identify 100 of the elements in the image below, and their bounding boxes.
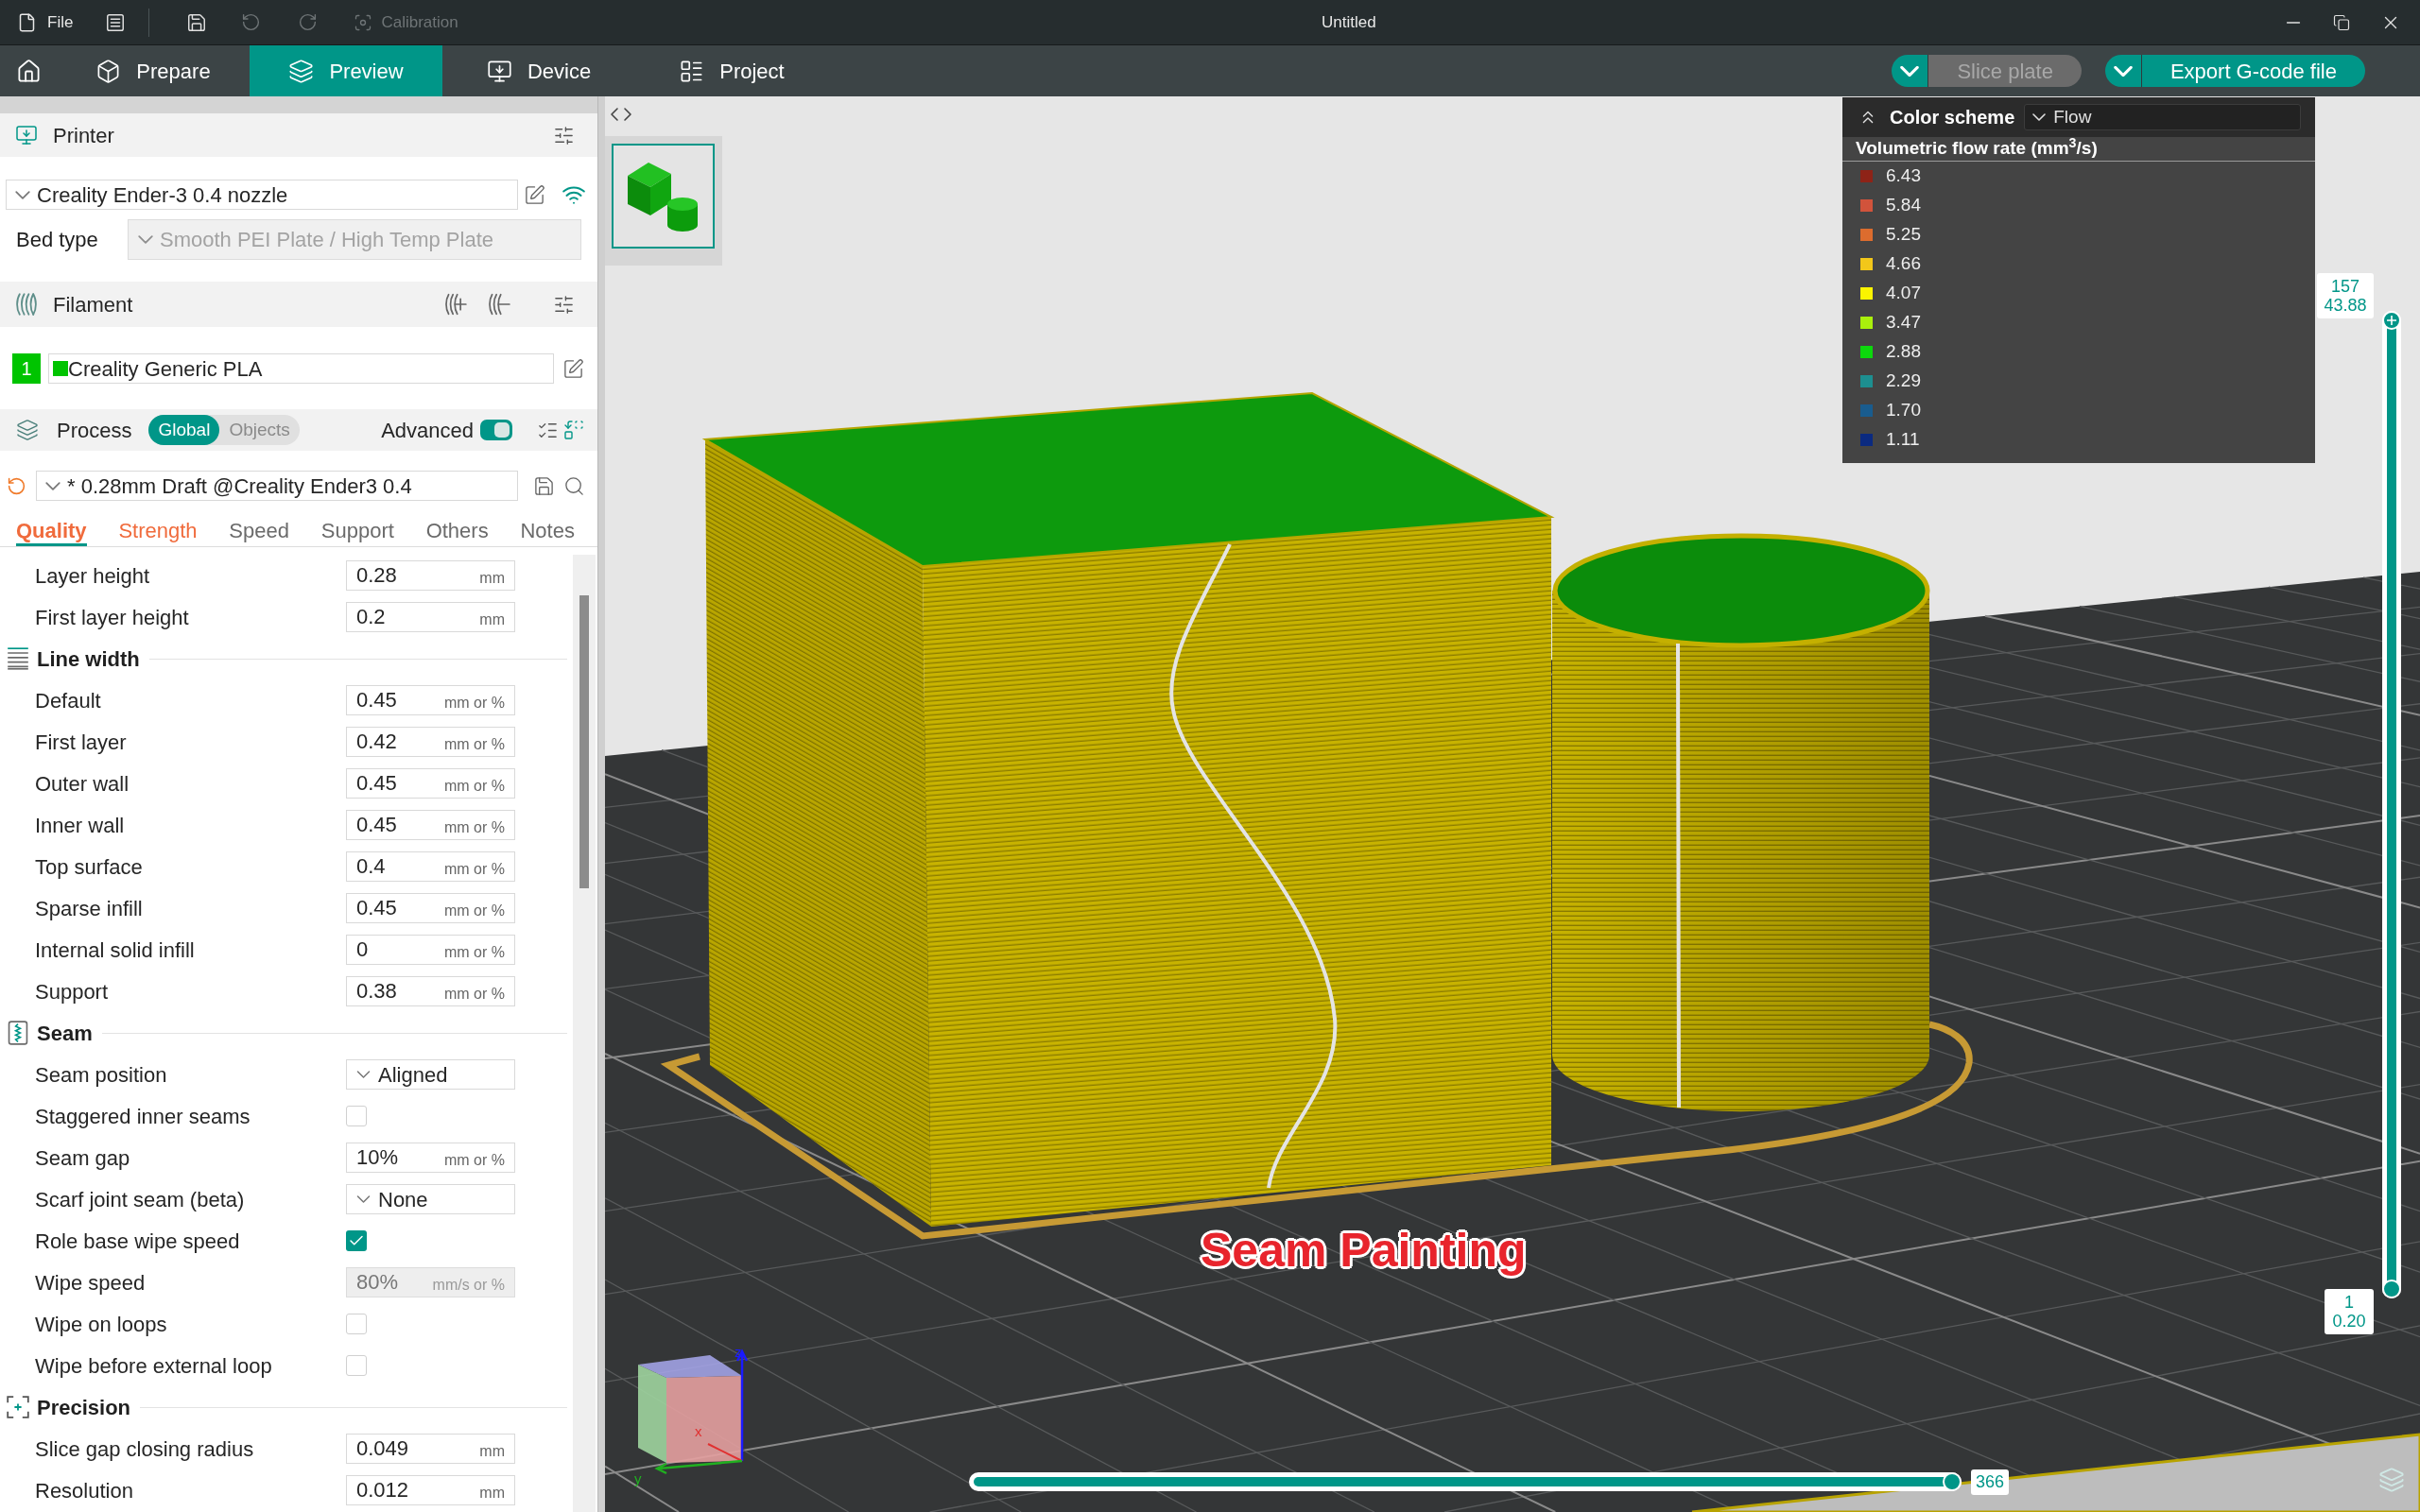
input-field[interactable]: 0.38 mm or %	[346, 976, 515, 1006]
nav-tab[interactable]: Device	[442, 45, 635, 96]
input-field[interactable]: 0.42 mm or %	[346, 727, 515, 757]
setting-label: Wipe on loops	[35, 1311, 168, 1338]
legend-value: 2.88	[1886, 340, 1921, 364]
input-field[interactable]: 10% mm or %	[346, 1143, 515, 1173]
plate-thumbnail[interactable]	[612, 144, 715, 249]
legend-value: 1.11	[1886, 428, 1920, 452]
settings-icon[interactable]	[553, 293, 575, 316]
move-slider-value: 366	[1971, 1469, 2010, 1495]
settings-tab[interactable]: Support	[320, 518, 394, 546]
group-title: Precision	[37, 1394, 131, 1421]
settings-tab[interactable]: Others	[425, 518, 489, 546]
chevron-down-icon	[45, 481, 60, 490]
setting-label: Scarf joint seam (beta)	[35, 1186, 246, 1213]
checkbox[interactable]	[346, 1230, 367, 1251]
unit-label: mm or %	[444, 777, 505, 796]
legend-value: 5.25	[1886, 223, 1921, 247]
layer-slider-track[interactable]	[2382, 311, 2401, 1298]
group-title: Seam	[37, 1020, 93, 1047]
move-slider-track[interactable]	[969, 1472, 1962, 1491]
dropdown-toggle[interactable]	[2104, 55, 2142, 87]
input-field[interactable]: 0.45 mm or %	[346, 685, 515, 715]
scope-tab[interactable]: Global	[148, 415, 220, 445]
chevron-down-icon	[356, 1071, 371, 1078]
edit-icon[interactable]	[524, 183, 545, 206]
chevron-down-icon	[1900, 65, 1920, 77]
save-icon[interactable]	[186, 11, 208, 33]
nav-tab[interactable]: Project	[635, 45, 828, 96]
setting-label: Support	[35, 978, 110, 1005]
unit-label: mm or %	[444, 694, 505, 713]
circular-arrow-icon[interactable]	[7, 475, 26, 496]
chevron-down-icon	[2032, 113, 2047, 121]
dropdown[interactable]: Aligned	[346, 1059, 515, 1090]
menu-icon[interactable]	[105, 11, 127, 33]
checkbox[interactable]	[346, 1355, 367, 1376]
lines-icon	[7, 646, 29, 671]
file-icon	[17, 11, 37, 33]
save-icon[interactable]	[533, 474, 555, 497]
slider-thumb[interactable]	[2382, 1280, 2401, 1298]
zipper-icon	[7, 1021, 29, 1045]
input-field[interactable]: 0.28 mm	[346, 560, 515, 591]
redo-icon[interactable]	[298, 12, 319, 32]
input-field[interactable]: 0.049 mm	[346, 1434, 515, 1464]
advanced-switch[interactable]	[480, 420, 512, 440]
process-dropdown[interactable]: * 0.28mm Draft @Creality Ender3 0.4	[36, 471, 518, 501]
legend-value: 2.29	[1886, 369, 1921, 393]
input-field[interactable]: 0.45 mm or %	[346, 893, 515, 923]
settings-tab[interactable]: Speed	[229, 518, 289, 546]
unit-label: mm or %	[444, 818, 505, 837]
chevron-down-icon	[356, 1195, 371, 1203]
legend-value: 1.70	[1886, 399, 1921, 422]
home-icon[interactable]	[15, 58, 42, 84]
layer-height: 0.20	[2332, 1312, 2366, 1331]
unit-label: mm	[479, 1442, 505, 1461]
setting-label: Wipe speed	[35, 1269, 147, 1297]
action-button[interactable]: Export G-code file	[2141, 55, 2365, 87]
nav-tab[interactable]: Preview	[250, 45, 442, 96]
legend-value: 6.43	[1886, 164, 1921, 188]
edit-icon[interactable]	[562, 357, 584, 380]
spool-remove-icon[interactable]	[488, 293, 510, 316]
dropdown[interactable]: None	[346, 1184, 515, 1214]
nav-tab[interactable]: Prepare	[57, 45, 250, 96]
setting-label: First layer height	[35, 604, 190, 631]
slider-thumb[interactable]	[2382, 311, 2401, 330]
file-menu-button[interactable]: File	[17, 6, 74, 39]
setting-label: Wipe before external loop	[35, 1352, 273, 1380]
input-field[interactable]: 0.4 mm or %	[346, 851, 515, 882]
filament-dropdown[interactable]: Creality Generic PLA	[48, 353, 554, 384]
dropdown-toggle[interactable]	[1892, 55, 1929, 87]
layers-icon	[16, 419, 39, 441]
slider-thumb[interactable]	[1943, 1472, 1962, 1491]
checkbox[interactable]	[346, 1106, 367, 1126]
unit-label: mm or %	[444, 943, 505, 962]
checkbox[interactable]	[346, 1314, 367, 1334]
scrollbar-thumb[interactable]	[579, 595, 589, 888]
spool-add-icon[interactable]	[444, 293, 467, 316]
undo-icon[interactable]	[241, 12, 262, 32]
search-icon[interactable]	[563, 474, 585, 497]
window-title: Untitled	[1322, 11, 1376, 33]
setting-label: Seam position	[35, 1061, 168, 1089]
legend-value: 3.47	[1886, 311, 1921, 335]
replace-icon[interactable]	[562, 419, 585, 441]
unit-label: mm or %	[444, 735, 505, 754]
settings-icon[interactable]	[553, 124, 575, 146]
setting-label: Top surface	[35, 853, 144, 881]
scheme-dropdown[interactable]: Flow	[2024, 104, 2302, 130]
input-field[interactable]: 0.45 mm or %	[346, 810, 515, 840]
input-field[interactable]: 0.2 mm	[346, 602, 515, 632]
input-field[interactable]: 0 mm or %	[346, 935, 515, 965]
settings-tab[interactable]: Notes	[520, 518, 575, 546]
printer-dropdown[interactable]: Creality Ender-3 0.4 nozzle	[6, 180, 518, 210]
input-field[interactable]: 0.012 mm	[346, 1475, 515, 1505]
setting-label: Bed type	[16, 227, 99, 253]
input-field[interactable]: 0.45 mm or %	[346, 768, 515, 799]
restore-icon[interactable]	[2333, 13, 2350, 31]
unit-label: mm	[479, 569, 505, 588]
monitor-icon	[15, 124, 38, 146]
layer-number: 157	[2330, 277, 2360, 296]
setting-label: Inner wall	[35, 812, 126, 839]
